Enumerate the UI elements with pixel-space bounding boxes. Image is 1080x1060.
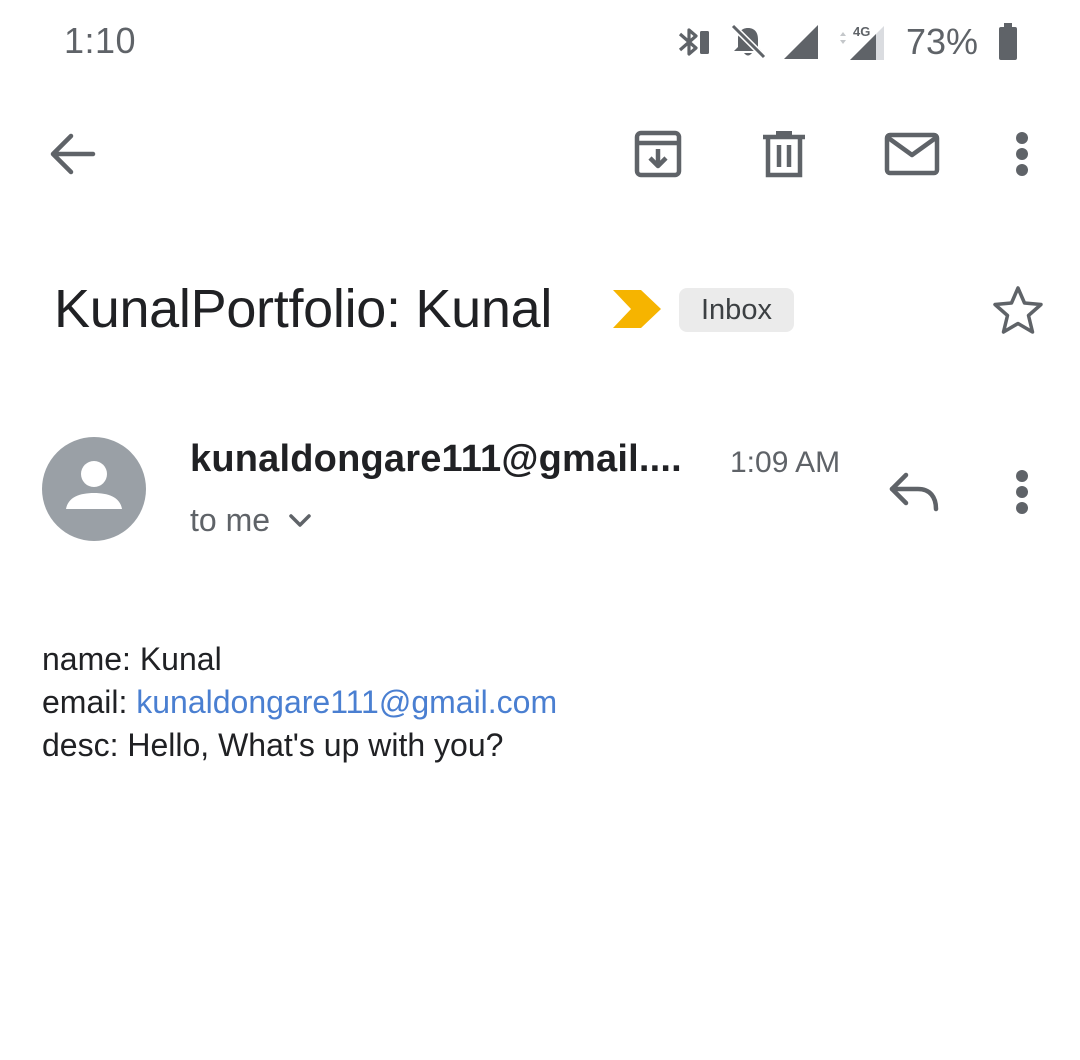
desc-label: desc: [42,727,119,763]
email-label: email: [42,684,128,720]
notifications-off-icon [728,22,768,62]
reply-button[interactable] [882,462,946,522]
data-4g-icon: 4G [834,22,886,62]
message-body: name: Kunal email: kunaldongare111@gmail… [42,638,557,767]
name-value: Kunal [139,641,222,677]
archive-button[interactable] [626,122,690,186]
battery-level: 73% [905,21,978,62]
email-subject: KunalPortfolio: Kunal [54,279,553,339]
recipient-details-toggle[interactable]: to me [190,502,312,539]
status-time: 1:10 [64,20,137,61]
importance-marker-icon[interactable] [613,290,661,333]
email-time: 1:09 AM [730,446,841,479]
arrow-back-icon [50,133,96,175]
signal-icon [782,23,820,61]
status-icons: 4G 73% [674,20,1020,64]
mail-icon [884,132,940,176]
delete-button[interactable] [752,122,816,186]
back-button[interactable] [40,124,104,184]
desc-line: desc: Hello, What's up with you? [42,724,557,767]
more-vert-icon [1016,470,1028,514]
inbox-label-chip[interactable]: Inbox [679,288,794,332]
person-icon [66,461,122,509]
battery-icon [996,22,1020,62]
star-button[interactable] [988,280,1048,340]
bluetooth-icon [674,22,714,62]
email-link[interactable]: kunaldongare111@gmail.com [136,684,557,720]
desc-value: Hello, What's up with you? [127,727,504,763]
reply-icon [889,472,939,512]
name-label: name: [42,641,131,677]
chevron-down-icon [289,513,311,527]
network-type-label: 4G [853,24,870,39]
archive-icon [634,130,682,178]
sender-address[interactable]: kunaldongare111@gmail.... [190,438,682,481]
sender-avatar[interactable] [42,437,146,541]
message-more-button[interactable] [998,460,1046,524]
star-icon [993,286,1043,334]
more-options-button[interactable] [998,122,1046,186]
mark-unread-button[interactable] [880,122,944,186]
email-line: email: kunaldongare111@gmail.com [42,681,557,724]
more-vert-icon [1016,132,1028,176]
recipient-label: to me [190,502,271,538]
name-line: name: Kunal [42,638,557,681]
delete-icon [763,131,805,178]
